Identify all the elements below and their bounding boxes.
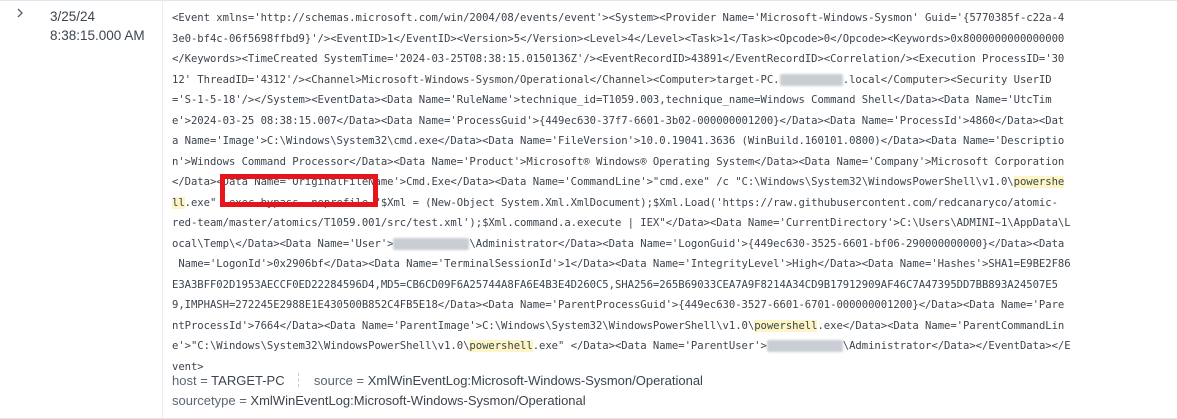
raw-text-segment: ocal\Temp\</Data><Data Name='User'>: [172, 237, 394, 250]
field-sourcetype[interactable]: sourcetype = XmlWinEventLog:Microsoft-Wi…: [172, 393, 586, 408]
raw-text-segment: ='S-1-5-18'/></System><EventData><Data N…: [172, 94, 1052, 106]
raw-event-line: ocal\Temp\</Data><Data Name='User'>XXXXX…: [172, 234, 1162, 255]
field-value: XmlWinEventLog:Microsoft-Windows-Sysmon/…: [367, 373, 703, 388]
raw-text-segment: .exe</Data><Data Name='ParentCommandLin: [817, 319, 1065, 332]
search-term-highlight: powershe: [1013, 176, 1065, 188]
raw-text-segment: 12' ThreadID='4312'/><Channel>Microsoft-…: [172, 73, 780, 86]
raw-event-line: e'>2024-03-25 08:38:15.007</Data><Data N…: [172, 111, 1162, 132]
raw-text-segment: e'>2024-03-25 08:38:15.007</Data><Data N…: [172, 114, 1065, 127]
raw-text-segment: n'>Windows Command Processor</Data><Data…: [172, 155, 1065, 168]
column-divider: [162, 0, 163, 419]
raw-event-line: </Data><Data Name='OriginalFileName'>Cmd…: [172, 172, 1162, 193]
raw-event-line: Name='LogonId'>0x2906bf</Data><Data Name…: [172, 254, 1162, 275]
field-value: XmlWinEventLog:Microsoft-Windows-Sysmon/…: [250, 393, 586, 408]
field-key: host: [172, 373, 197, 388]
event-date: 3/25/24: [50, 9, 96, 24]
event-fields-row-1: host = TARGET-PC source = XmlWinEventLog…: [172, 371, 703, 391]
raw-event-line: ='S-1-5-18'/></System><EventData><Data N…: [172, 90, 1162, 111]
raw-event-line: 12' ThreadID='4312'/><Channel>Microsoft-…: [172, 70, 1162, 91]
raw-text-segment: e'>"C:\Windows\System32\WindowsPowerShel…: [172, 340, 470, 352]
search-term-highlight: ll: [172, 196, 185, 209]
field-equals: =: [352, 373, 368, 388]
raw-text-segment: \Administrator</Data></EventData></E: [842, 340, 1071, 352]
field-equals: =: [235, 393, 251, 408]
raw-text-segment: ntProcessId'>7664</Data><Data Name='Pare…: [172, 319, 755, 332]
field-separator: [298, 373, 300, 387]
field-key: source: [313, 373, 353, 388]
raw-event-line: 3e0-bf4c-06f5698ffbd9}'/><EventID>1</Eve…: [172, 29, 1162, 50]
raw-text-segment: </Data><Data Name='OriginalFileName'>Cmd…: [172, 176, 1014, 188]
expand-chevron-icon[interactable]: [14, 6, 28, 22]
raw-text-segment: E3A3BFF02D1953AECCF0ED22284596D4,MD5=CB6…: [172, 278, 1058, 291]
field-equals: =: [196, 373, 212, 388]
row-top-border: [0, 0, 1177, 1]
raw-text-segment: Name='LogonId'>0x2906bf</Data><Data Name…: [172, 258, 1071, 270]
redacted-text: XXXXXXXXXXXX: [766, 340, 843, 352]
raw-text-segment: 3e0-bf4c-06f5698ffbd9}'/><EventID>1</Eve…: [172, 32, 1065, 45]
search-term-highlight: powershell: [754, 319, 818, 332]
raw-event-line: </Keywords><TimeCreated SystemTime='2024…: [172, 49, 1162, 70]
search-term-highlight: powershell: [469, 340, 533, 352]
raw-text-segment: .local</Computer><Security UserID: [842, 73, 1052, 86]
event-row: 3/25/24 8:38:15.000 AM <Event xmlns='htt…: [0, 0, 1177, 419]
field-key: sourcetype: [172, 393, 236, 408]
raw-text-segment: red-team/master/atomics/T1059.001/src/te…: [172, 217, 1071, 229]
raw-event-line: E3A3BFF02D1953AECCF0ED22284596D4,MD5=CB6…: [172, 275, 1162, 296]
raw-event-line: red-team/master/atomics/T1059.001/src/te…: [172, 213, 1162, 234]
raw-text-segment: 9,IMPHASH=272245E2988E1E430500B852C4FB5E…: [172, 299, 1065, 311]
raw-event-line: a Name='Image'>C:\Windows\System32\cmd.e…: [172, 131, 1162, 152]
event-fields-row-2: sourcetype = XmlWinEventLog:Microsoft-Wi…: [172, 391, 586, 411]
raw-text-segment: .exe" </Data><Data Name='ParentUser'>: [532, 340, 767, 352]
field-value: TARGET-PC: [211, 373, 285, 388]
raw-event-line: e'>"C:\Windows\System32\WindowsPowerShel…: [172, 336, 1162, 357]
raw-event-text[interactable]: <Event xmlns='http://schemas.microsoft.c…: [172, 8, 1162, 377]
raw-event-line: ll.exe" -exec bypass -noprofile "$Xml = …: [172, 193, 1162, 214]
raw-text-segment: </Keywords><TimeCreated SystemTime='2024…: [172, 53, 1065, 65]
raw-event-line: n'>Windows Command Processor</Data><Data…: [172, 152, 1162, 173]
raw-event-line: ntProcessId'>7664</Data><Data Name='Pare…: [172, 316, 1162, 337]
redacted-text: XXXXXXXXXXXX: [393, 237, 470, 250]
raw-text-segment: <Event xmlns='http://schemas.microsoft.c…: [172, 12, 1065, 24]
raw-text-segment: a Name='Image'>C:\Windows\System32\cmd.e…: [172, 135, 1065, 147]
raw-text-segment: .exe" -exec bypass -noprofile "$Xml = (N…: [184, 196, 1058, 209]
event-timestamp: 3/25/24 8:38:15.000 AM: [50, 7, 145, 45]
raw-event-line: 9,IMPHASH=272245E2988E1E430500B852C4FB5E…: [172, 295, 1162, 316]
raw-event-line: <Event xmlns='http://schemas.microsoft.c…: [172, 8, 1162, 29]
redacted-text: XXXXXXXXXX: [779, 73, 843, 86]
field-source[interactable]: source = XmlWinEventLog:Microsoft-Window…: [314, 373, 703, 388]
raw-text-segment: \Administrator</Data><Data Name='LogonGu…: [469, 237, 1065, 250]
field-host[interactable]: host = TARGET-PC: [172, 373, 288, 388]
event-time: 8:38:15.000 AM: [50, 28, 145, 43]
